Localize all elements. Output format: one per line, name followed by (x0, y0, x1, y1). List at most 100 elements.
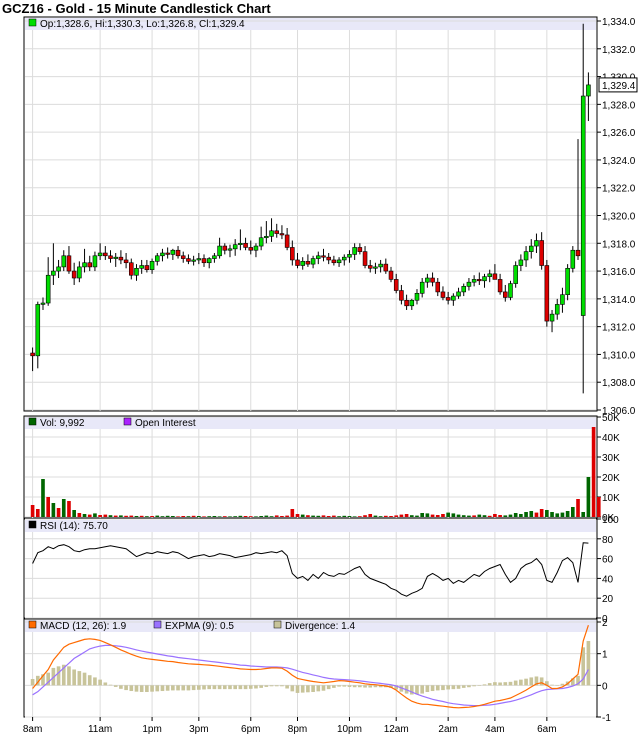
price-y-tick-label: 1,308.0 (602, 378, 636, 389)
volume-bar (165, 515, 170, 517)
candle-body (71, 270, 77, 279)
divergence-bar (555, 685, 560, 686)
candle-body (461, 286, 467, 293)
volume-bar (56, 508, 61, 517)
divergence-bar (217, 685, 222, 690)
divergence-bar (186, 685, 191, 691)
candle-body (279, 233, 285, 236)
candle-body (248, 247, 254, 251)
candle-body (175, 249, 181, 257)
divergence-bar (129, 685, 134, 692)
volume-bar (124, 515, 128, 517)
candle-body (539, 240, 544, 266)
volume-bar (119, 515, 123, 517)
candle-body (487, 273, 492, 277)
volume-bar (285, 515, 289, 517)
time-tick-label: 6am (537, 724, 556, 735)
divergence-bar (461, 685, 466, 688)
rsi-legend-text: RSI (14): 75.70 (40, 521, 108, 532)
divergence-bar (108, 684, 113, 686)
volume-bar (290, 509, 295, 517)
volume-bar (524, 512, 528, 517)
price-y-tick-label: 1,324.0 (602, 156, 636, 167)
price-panel: 1,334.01,332.01,330.01,328.01,326.01,324… (23, 16, 638, 417)
divergence-bar (560, 683, 565, 686)
volume-bar (576, 499, 580, 517)
divergence-bar (513, 680, 518, 686)
candle-body (206, 258, 212, 264)
price-y-tick-label: 1,312.0 (602, 323, 636, 334)
volume-bar (420, 513, 424, 517)
volume-bar (316, 515, 321, 517)
candle-body (129, 262, 134, 276)
price-legend-swatch (28, 18, 37, 27)
divergence-bar (524, 678, 528, 686)
candle-body (103, 252, 108, 257)
volume-bar (93, 513, 97, 517)
volume-bar (72, 510, 76, 517)
divergence-bar (176, 685, 180, 691)
volume-bar (487, 515, 492, 517)
candle-body (503, 291, 508, 298)
candle-body (191, 259, 196, 262)
candle-body (580, 95, 586, 316)
candle-body (409, 299, 415, 307)
price-y-tick-label: 1,318.0 (602, 239, 636, 250)
candle-body (295, 259, 300, 266)
macd-frame (23, 618, 598, 718)
volume-bar (254, 516, 258, 517)
candle-body (544, 265, 550, 322)
volume-bar (269, 516, 274, 517)
divergence-bar (285, 685, 289, 689)
divergence-bar (212, 685, 217, 690)
volume-bar (384, 515, 388, 517)
candle-body (258, 237, 264, 247)
price-y-tick-label: 1,328.0 (602, 100, 636, 111)
divergence-bar (254, 685, 258, 689)
divergence-bar (337, 685, 341, 687)
volume-bar (150, 516, 154, 517)
candle-body (61, 255, 67, 268)
volume-bar (539, 509, 544, 517)
volume-bar (534, 512, 539, 517)
rsi-panel: 100806040200RSI (14): 75.70 (23, 515, 619, 625)
rsi-y-tick-label: 100 (602, 515, 619, 526)
volume-bar (451, 513, 456, 517)
divergence-bar (145, 685, 149, 692)
divergence-bar (30, 679, 35, 686)
candle-body (383, 263, 389, 272)
divergence-bar (529, 677, 534, 686)
volume-bar (274, 515, 279, 517)
candle-body (160, 252, 165, 257)
macd-y-tick-label: 0 (602, 681, 608, 692)
divergence-bar (550, 684, 554, 686)
volume-bar (311, 515, 315, 517)
volume-bar (586, 477, 591, 517)
volume-bar (77, 513, 82, 517)
volume-bar (352, 516, 357, 517)
price-y-tick-label: 1,314.0 (602, 295, 636, 306)
candle-body (331, 259, 337, 264)
candle-body (186, 258, 191, 262)
candle-body (40, 302, 46, 305)
divergence-bar (467, 685, 471, 688)
volume-y-tick-label: 50K (602, 413, 620, 424)
candle-body (393, 279, 399, 291)
candle-body (341, 256, 347, 261)
volume-bar (389, 516, 393, 517)
divergence-bar (441, 685, 445, 691)
macd-y-tick-label: 2 (602, 618, 608, 629)
divergence-bar (420, 685, 424, 694)
candle-body (118, 256, 124, 261)
divergence-bar (77, 671, 82, 686)
divergence-bar (171, 685, 175, 691)
volume-bar (191, 515, 196, 517)
candle-body (290, 247, 295, 261)
candle-body (92, 255, 98, 268)
volume-bar (461, 515, 466, 517)
volume-bar (129, 515, 134, 517)
volume-bar (139, 515, 144, 517)
divergence-bar (539, 677, 544, 686)
volume-bar (145, 516, 149, 517)
volume-bar (326, 516, 331, 517)
